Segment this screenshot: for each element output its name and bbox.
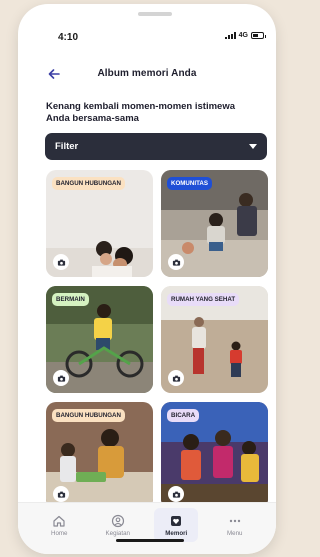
camera-icon bbox=[53, 370, 69, 386]
nav-item-menu[interactable]: Menu bbox=[213, 508, 257, 542]
app-header: Album memori Anda bbox=[18, 64, 276, 84]
chevron-down-icon bbox=[249, 144, 257, 149]
nav-item-kegiatan[interactable]: Kegiatan bbox=[96, 508, 140, 542]
memory-card[interactable]: KOMUNITAS bbox=[161, 170, 268, 277]
memory-card[interactable]: BICARA bbox=[161, 402, 268, 509]
card-category-tag: BICARA bbox=[167, 409, 200, 422]
memory-card[interactable]: RUMAH YANG SEHAT bbox=[161, 286, 268, 393]
speaker-notch bbox=[138, 12, 172, 16]
bottom-nav: Home Kegiatan Memori Menu bbox=[18, 502, 276, 554]
memory-card[interactable]: BANGUN HUBUNGAN bbox=[46, 170, 153, 277]
battery-icon bbox=[251, 32, 266, 39]
filter-label: Filter bbox=[55, 141, 79, 152]
card-category-tag: RUMAH YANG SEHAT bbox=[167, 293, 240, 306]
nav-label: Menu bbox=[227, 529, 243, 537]
page-title: Album memori Anda bbox=[97, 68, 197, 79]
card-category-tag: KOMUNITAS bbox=[167, 177, 213, 190]
card-category-tag: BERMAIN bbox=[52, 293, 89, 306]
card-category-tag: BANGUN HUBUNGAN bbox=[52, 177, 125, 190]
home-indicator bbox=[116, 539, 184, 542]
house-icon bbox=[53, 515, 65, 527]
nav-label: Home bbox=[50, 529, 68, 537]
nav-item-memori[interactable]: Memori bbox=[154, 508, 199, 542]
network-label: 4G bbox=[238, 32, 248, 39]
dots-icon bbox=[229, 519, 240, 522]
page-subtitle: Kenang kembali momen-momen istimewa Anda… bbox=[46, 101, 235, 124]
nav-item-home[interactable]: Home bbox=[37, 508, 81, 542]
phone-frame: 4:10 4G Album memori Anda Kenang kembali… bbox=[18, 4, 276, 554]
status-bar: 4:10 4G bbox=[18, 30, 276, 46]
status-time: 4:10 bbox=[58, 32, 79, 43]
camera-icon bbox=[168, 254, 184, 270]
signal-icon bbox=[224, 32, 236, 39]
camera-icon bbox=[168, 370, 184, 386]
person-circle-icon bbox=[111, 514, 124, 527]
status-indicators: 4G bbox=[224, 32, 266, 39]
heart-frame-icon bbox=[171, 515, 182, 526]
camera-icon bbox=[168, 486, 184, 502]
filter-dropdown[interactable]: Filter bbox=[45, 133, 267, 160]
camera-icon bbox=[53, 254, 69, 270]
memory-card[interactable]: BERMAIN bbox=[46, 286, 153, 393]
camera-icon bbox=[53, 486, 69, 502]
memory-card[interactable]: BANGUN HUBUNGAN bbox=[46, 402, 153, 509]
nav-label: Memori bbox=[165, 529, 188, 537]
card-category-tag: BANGUN HUBUNGAN bbox=[52, 409, 125, 422]
nav-label: Kegiatan bbox=[105, 529, 130, 537]
